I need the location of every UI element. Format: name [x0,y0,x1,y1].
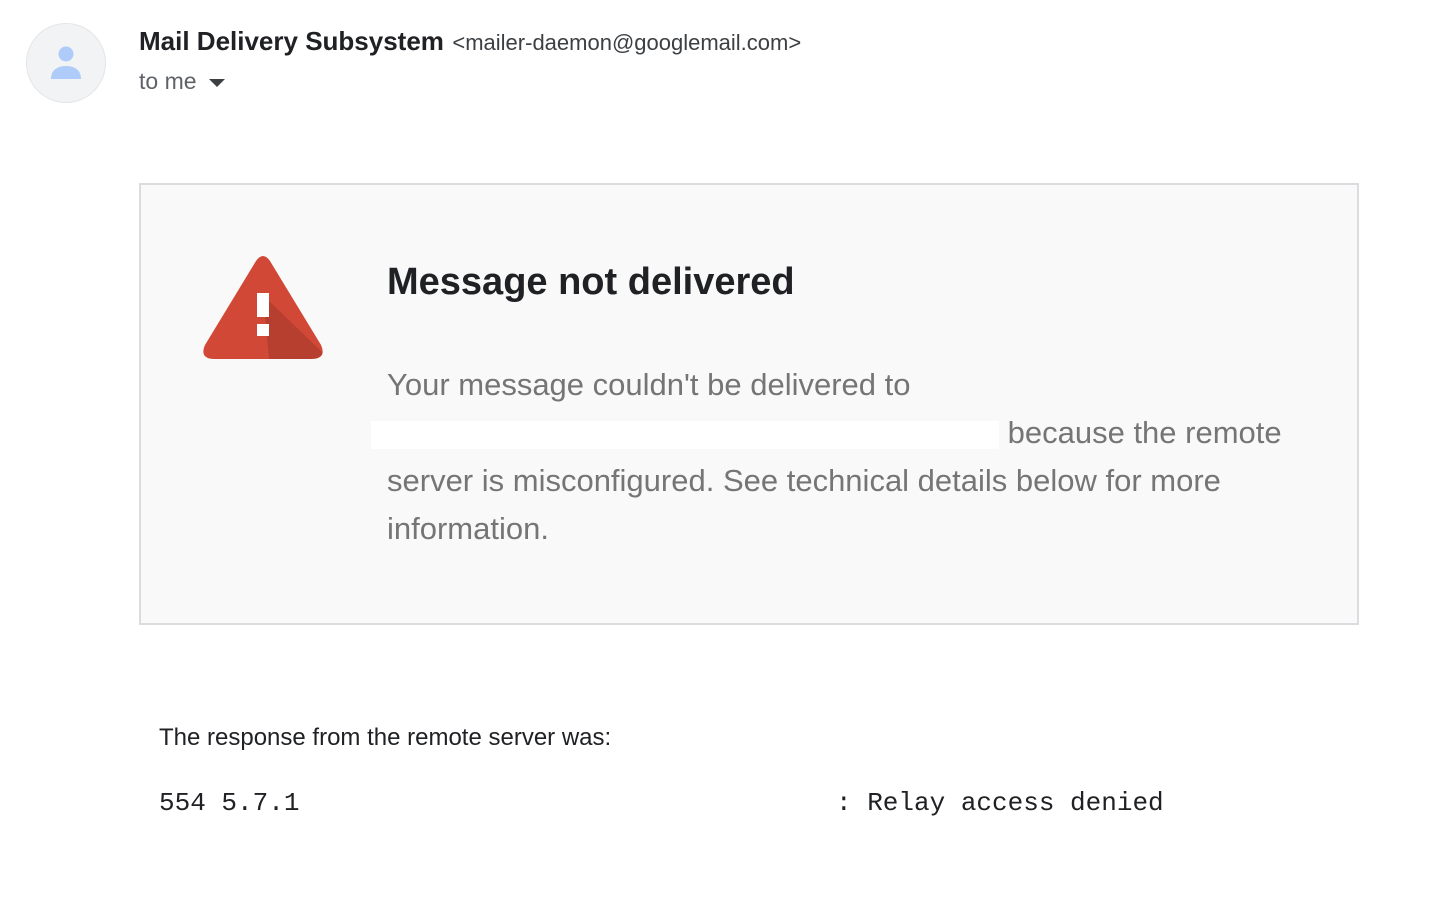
response-code: 554 5.7.1 [159,788,300,818]
avatar[interactable] [26,23,106,103]
recipient-label: to me [139,68,197,94]
notice-body-intro: Your message couldn't be delivered to [387,367,911,402]
redacted-recipient-address [371,420,999,449]
chevron-down-icon[interactable] [208,78,225,87]
notice-body: Your message couldn't be delivered to be… [371,361,1317,553]
delivery-failure-notice: Message not delivered Your message could… [139,183,1359,625]
sender-email: <mailer-daemon@googlemail.com> [452,30,802,55]
sender-name[interactable]: Mail Delivery Subsystem [139,26,444,56]
sender-line: Mail Delivery Subsystem <mailer-daemon@g… [139,26,801,57]
response-label: The response from the remote server was: [159,724,612,751]
warning-icon [203,256,323,359]
response-detail: : Relay access denied [836,788,1164,818]
recipient-details-toggle[interactable]: to me [139,68,225,95]
person-icon [51,46,81,79]
notice-title: Message not delivered [387,261,795,303]
email-view: Mail Delivery Subsystem <mailer-daemon@g… [0,0,1453,907]
